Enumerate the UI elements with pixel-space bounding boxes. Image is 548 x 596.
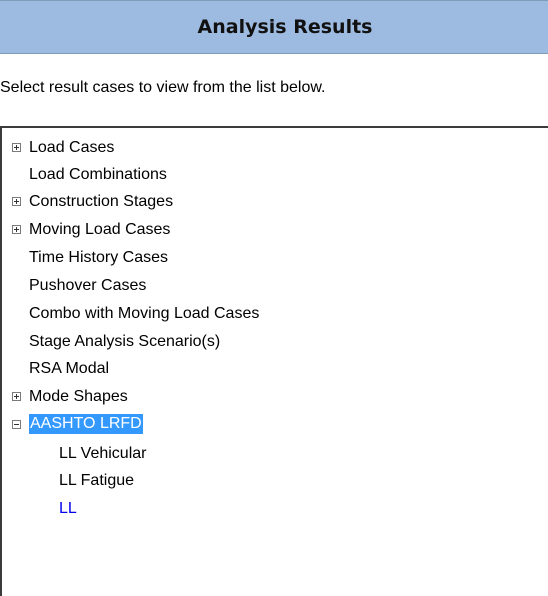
tree-item-label: LL Fatigue: [59, 472, 135, 489]
collapse-minus-icon[interactable]: [12, 420, 21, 429]
tree-item-label: Combo with Moving Load Cases: [29, 305, 260, 322]
tree-item-label: AASHTO LRFD: [28, 413, 144, 435]
tree-item-label: RSA Modal: [29, 360, 110, 377]
tree-item-label: Stage Analysis Scenario(s): [29, 333, 221, 350]
tree-item-label: Load Cases: [29, 139, 115, 156]
instruction-text: Select result cases to view from the lis…: [0, 79, 326, 96]
panel-header: Analysis Results: [0, 0, 548, 54]
tree-item-label: LL Vehicular: [59, 445, 147, 462]
tree-item-label: LL: [59, 500, 77, 517]
tree-item-label: Construction Stages: [29, 193, 174, 210]
expand-plus-icon[interactable]: [12, 225, 21, 234]
panel-title: Analysis Results: [197, 16, 373, 38]
tree-item-label: Load Combinations: [29, 166, 167, 183]
expand-plus-icon[interactable]: [12, 143, 21, 152]
tree-item-label: Time History Cases: [29, 249, 168, 266]
tree-item-label: Pushover Cases: [29, 277, 147, 294]
tree-item-label: Moving Load Cases: [29, 221, 171, 238]
expand-plus-icon[interactable]: [12, 392, 21, 401]
result-case-tree[interactable]: Load Cases Load Combinations Constructio…: [0, 126, 548, 596]
expand-plus-icon[interactable]: [12, 197, 21, 206]
tree-item-label: Mode Shapes: [29, 388, 128, 405]
